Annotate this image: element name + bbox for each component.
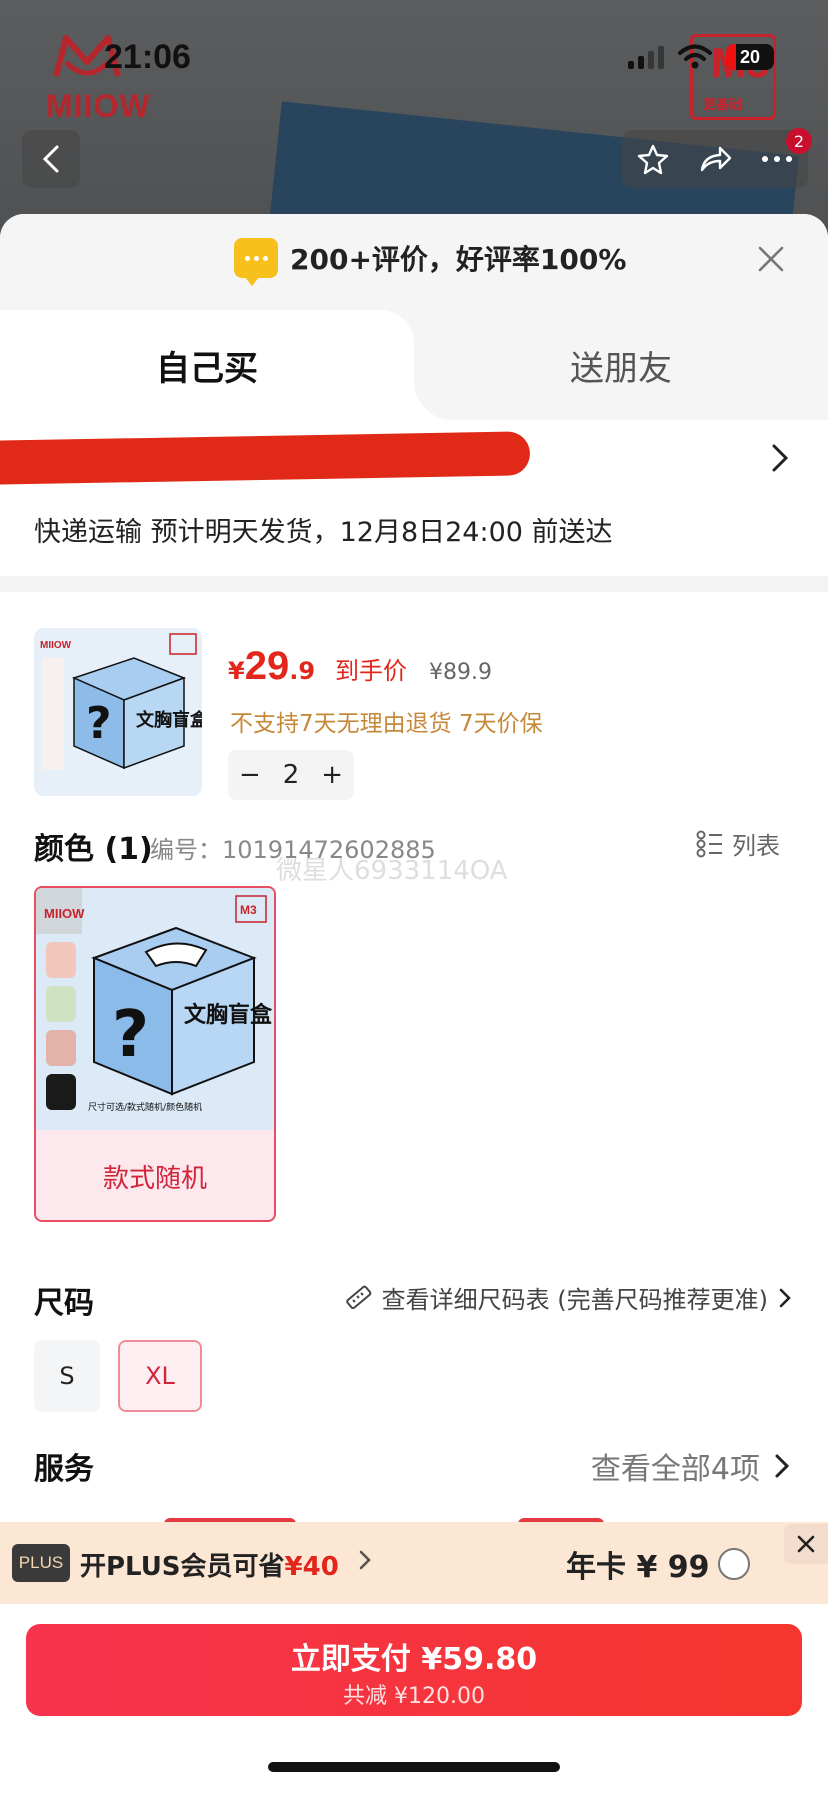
annual-card-radio[interactable] (718, 1548, 750, 1580)
wifi-icon (678, 44, 712, 69)
svg-text:?: ? (112, 998, 149, 1072)
pay-now-label: 立即支付 ¥59.80 (290, 1642, 538, 1677)
back-button[interactable] (22, 130, 80, 188)
list-toggle[interactable]: 列表 (696, 826, 780, 861)
chevron-right-icon (779, 1288, 791, 1307)
review-summary[interactable]: 200+评价，好评率100% (234, 238, 627, 286)
notification-badge: 2 (786, 128, 812, 154)
quantity-stepper: − 2 + (228, 750, 354, 800)
sheet-header: 200+评价，好评率100% (0, 214, 828, 310)
m3-badge-subtitle: 更基础 (703, 97, 743, 112)
pay-discount-label: 共减 ¥120.00 (343, 1684, 485, 1709)
purchase-tabs: 自己买 送朋友 (0, 310, 828, 420)
thumb-box-text: 文胸盲盒 (136, 709, 202, 731)
pay-now-button[interactable]: 立即支付 ¥59.80 共减 ¥120.00 (26, 1624, 802, 1716)
review-summary-text: 200+评价，好评率100% (290, 243, 627, 276)
status-icons: 20 (628, 44, 774, 70)
plus-close-button[interactable] (784, 1524, 828, 1564)
blind-box-image-icon: MIIOW M3 ? 文胸盲盒 尺寸可选/款式随机/颜色随机 (36, 888, 274, 1130)
ruler-icon (345, 1285, 371, 1309)
cellular-signal-icon (628, 45, 664, 69)
close-icon (797, 1535, 815, 1553)
chevron-right-icon[interactable] (768, 442, 792, 474)
svg-text:?: ? (86, 698, 112, 749)
watermark: 微星人6933114OA (276, 856, 508, 886)
battery-indicator: 20 (726, 44, 774, 70)
chevron-left-icon (42, 145, 59, 173)
increment-button[interactable]: + (321, 760, 343, 790)
decrement-button[interactable]: − (239, 760, 261, 790)
size-guide-link[interactable]: 查看详细尺码表 (完善尺码推荐更准) (344, 1280, 792, 1315)
plus-promo-text: 开PLUS会员可省¥40 (80, 1546, 339, 1583)
delivery-estimate: 快递运输 预计明天发货，12月8日24:00 前送达 (34, 517, 613, 548)
original-price: ¥89.9 (429, 660, 493, 685)
share-icon[interactable] (698, 144, 732, 174)
more-icon[interactable] (761, 154, 793, 164)
plus-badge: PLUS (12, 1544, 70, 1582)
list-toggle-label: 列表 (732, 832, 780, 860)
color-section-title: 颜色 (1) (34, 832, 153, 867)
size-section-title: 尺码 (34, 1286, 94, 1321)
brand-logo-text: MIIOW (46, 88, 151, 124)
plus-promo-amount: ¥40 (284, 1552, 339, 1582)
tab-buy-self[interactable]: 自己买 (0, 310, 454, 420)
color-option-random[interactable]: MIIOW M3 ? 文胸盲盒 尺寸可选/款式随机/颜色随机 款式随机 (34, 886, 276, 1222)
quantity-value[interactable]: 2 (283, 760, 300, 790)
annual-card-price: 年卡 ¥ 99 (566, 1550, 710, 1585)
service-view-all[interactable]: 查看全部4项 (591, 1444, 790, 1488)
chat-bubble-icon (234, 238, 278, 286)
size-guide-text: 查看详细尺码表 (完善尺码推荐更准) (381, 1286, 768, 1314)
color-option-image: MIIOW M3 ? 文胸盲盒 尺寸可选/款式随机/颜色随机 (36, 888, 274, 1130)
topbar-actions (622, 130, 808, 188)
plus-promo-bar[interactable]: PLUS 开PLUS会员可省¥40 年卡 ¥ 99 (0, 1522, 828, 1604)
chevron-right-icon (359, 1550, 371, 1570)
size-option-xl[interactable]: XL (118, 1340, 202, 1412)
blind-box-image-icon: MIIOW ? 文胸盲盒 (34, 628, 202, 796)
card-box-caption: 尺寸可选/款式随机/颜色随机 (88, 1101, 202, 1113)
price-label: 到手价 (335, 657, 408, 685)
svg-text:M3: M3 (240, 903, 257, 917)
list-icon (696, 830, 722, 857)
star-icon[interactable] (637, 143, 669, 175)
purchase-sheet: 200+评价，好评率100% 自己买 送朋友 快递运输 预计明天发货，12月8日… (0, 214, 828, 1796)
svg-text:MIIOW: MIIOW (40, 640, 72, 651)
price-symbol: ¥ (228, 657, 245, 685)
service-section-title: 服务 (34, 1452, 94, 1487)
home-indicator (268, 1762, 560, 1772)
card-box-text: 文胸盲盒 (184, 1002, 273, 1028)
price-decimal: .9 (289, 657, 316, 685)
plus-promo-prefix: 开PLUS会员可省 (80, 1552, 285, 1582)
size-option-s[interactable]: S (34, 1340, 100, 1412)
color-option-label: 款式随机 (102, 1163, 207, 1194)
status-time: 21:06 (104, 38, 191, 76)
price-integer: 29 (244, 644, 290, 688)
product-thumbnail[interactable]: MIIOW ? 文胸盲盒 (34, 628, 202, 796)
close-icon[interactable] (756, 244, 786, 274)
chevron-right-icon (775, 1454, 790, 1478)
section-divider (0, 576, 828, 592)
tab-gift[interactable]: 送朋友 (414, 310, 828, 420)
service-view-all-text: 查看全部4项 (590, 1452, 760, 1487)
return-policy: 不支持7天无理由退货 7天价保 (230, 711, 543, 737)
svg-text:MIIOW: MIIOW (44, 906, 85, 921)
price-line: ¥ 29 .9 到手价 ¥89.9 (228, 644, 492, 689)
